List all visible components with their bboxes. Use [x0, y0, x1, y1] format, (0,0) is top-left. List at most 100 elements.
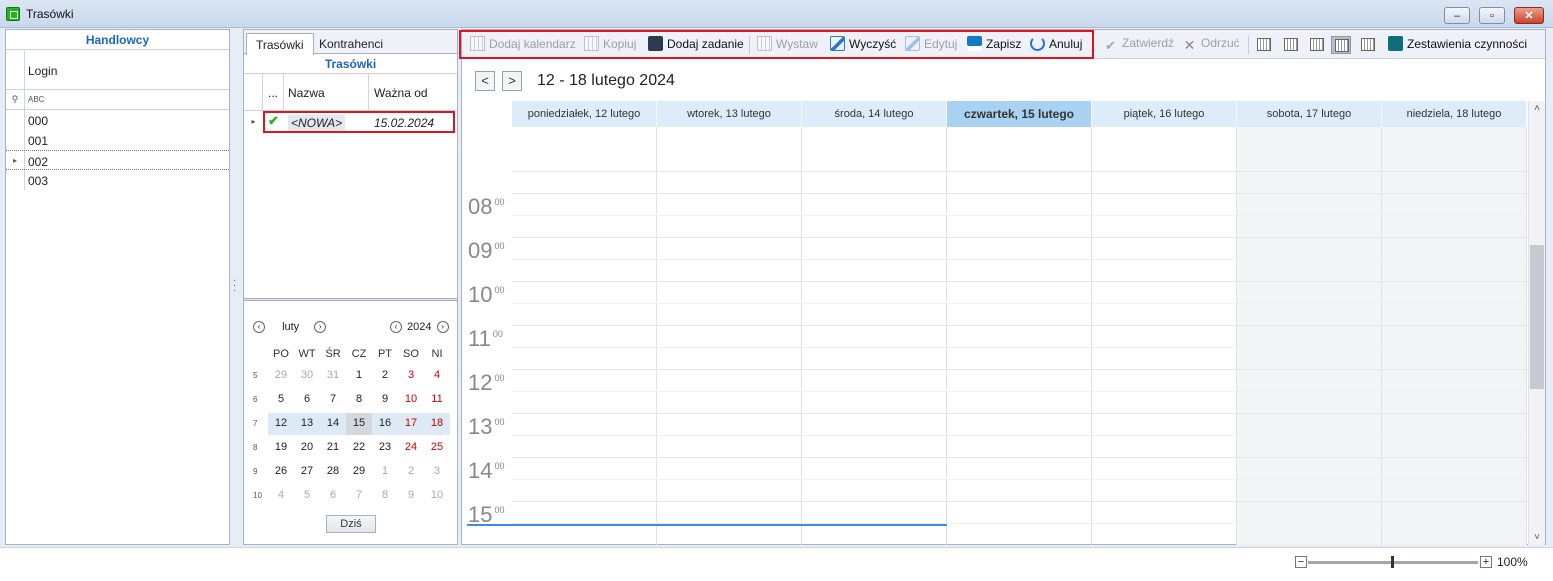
- calendar-day[interactable]: 31: [320, 369, 346, 381]
- tab-trasowki[interactable]: Trasówki: [246, 33, 314, 55]
- calendar-day[interactable]: 7: [346, 489, 372, 501]
- route-date-cell[interactable]: 15.02.2024: [374, 116, 434, 130]
- splitter-handle[interactable]: · · ·: [233, 276, 236, 296]
- prev-year-icon[interactable]: ‹: [390, 321, 402, 334]
- calendar-day[interactable]: 22: [346, 441, 372, 453]
- calendar-day[interactable]: 2: [398, 465, 424, 477]
- calendar-day[interactable]: 4: [268, 489, 294, 501]
- month-view-button[interactable]: [1358, 36, 1378, 54]
- list-item[interactable]: 000: [6, 110, 229, 130]
- calendar-day[interactable]: 5: [294, 489, 320, 501]
- day-header[interactable]: wtorek, 13 lutego: [657, 101, 802, 127]
- add-task-button[interactable]: Dodaj zadanie: [648, 36, 744, 54]
- list-item[interactable]: ▸ 002: [6, 150, 229, 170]
- clear-button[interactable]: Wyczyść: [830, 36, 896, 54]
- tab-kontrahenci[interactable]: Kontrahenci: [310, 33, 392, 54]
- name-column-header[interactable]: Nazwa: [288, 86, 325, 100]
- calendar-day[interactable]: 26: [268, 465, 294, 477]
- calendar-day[interactable]: 18: [424, 417, 450, 429]
- zoom-slider-thumb[interactable]: [1391, 556, 1394, 568]
- calendar-day[interactable]: 21: [320, 441, 346, 453]
- list-item[interactable]: 001: [6, 130, 229, 150]
- route-name-cell[interactable]: <NOWA>: [288, 115, 346, 131]
- close-button[interactable]: ✕: [1514, 7, 1544, 24]
- day-header[interactable]: piątek, 16 lutego: [1092, 101, 1237, 127]
- day-column[interactable]: [947, 127, 1092, 545]
- panel-divider[interactable]: [244, 298, 457, 301]
- calendar-day[interactable]: 25: [424, 441, 450, 453]
- calendar-day[interactable]: 29: [268, 369, 294, 381]
- today-button[interactable]: Dziś: [326, 515, 376, 533]
- zoom-out-button[interactable]: −: [1295, 556, 1307, 568]
- scroll-up-icon[interactable]: ˄: [1529, 103, 1545, 114]
- calendar-day[interactable]: 29: [346, 465, 372, 477]
- day-header[interactable]: poniedziałek, 12 lutego: [512, 101, 657, 127]
- add-calendar-button[interactable]: Dodaj kalendarz: [470, 36, 576, 54]
- day-header[interactable]: czwartek, 15 lutego: [947, 101, 1092, 127]
- calendar-day[interactable]: 6: [294, 393, 320, 405]
- week-view-button[interactable]: [1331, 36, 1351, 54]
- scroll-down-icon[interactable]: ˅: [1529, 532, 1545, 543]
- calendar-day[interactable]: 4: [424, 369, 450, 381]
- next-year-icon[interactable]: ›: [436, 321, 449, 334]
- calendar-day[interactable]: 12: [268, 417, 294, 429]
- calendar-day[interactable]: 15: [346, 417, 372, 429]
- day-column[interactable]: [802, 127, 947, 545]
- list-item[interactable]: 003: [6, 170, 229, 190]
- valid-from-column-header[interactable]: Ważna od: [368, 74, 458, 110]
- prev-week-button[interactable]: <: [475, 71, 495, 91]
- calendar-day[interactable]: 14: [320, 417, 346, 429]
- calendar-day[interactable]: 3: [424, 465, 450, 477]
- activity-summary-button[interactable]: Zestawienia czynności: [1388, 36, 1527, 54]
- calendar-day[interactable]: 30: [294, 369, 320, 381]
- day-header[interactable]: środa, 14 lutego: [802, 101, 947, 127]
- day-column[interactable]: [1092, 127, 1237, 545]
- issue-button[interactable]: Wystaw: [757, 36, 818, 54]
- vertical-scrollbar[interactable]: ˄ ˅: [1528, 101, 1545, 545]
- maximize-button[interactable]: ▫: [1479, 7, 1505, 24]
- login-column-header[interactable]: Login: [6, 50, 229, 90]
- calendar-day[interactable]: 7: [320, 393, 346, 405]
- calendar-day[interactable]: 16: [372, 417, 398, 429]
- scroll-thumb[interactable]: [1530, 245, 1544, 389]
- zoom-in-button[interactable]: +: [1480, 556, 1492, 568]
- calendar-day[interactable]: 27: [294, 465, 320, 477]
- minimize-button[interactable]: –: [1444, 7, 1470, 24]
- calendar-day[interactable]: 3: [398, 369, 424, 381]
- calendar-day[interactable]: 5: [268, 393, 294, 405]
- cancel-button[interactable]: Anuluj: [1030, 36, 1082, 54]
- reject-button[interactable]: ✕ Odrzuć: [1182, 36, 1240, 54]
- calendar-day[interactable]: 6: [320, 489, 346, 501]
- calendar-day[interactable]: 1: [346, 369, 372, 381]
- table-row[interactable]: ▸ ✔ <NOWA> 15.02.2024: [244, 111, 457, 133]
- full-week-view-button[interactable]: [1307, 36, 1327, 54]
- day-header[interactable]: sobota, 17 lutego: [1237, 101, 1382, 127]
- day-column[interactable]: [1237, 127, 1382, 545]
- next-week-button[interactable]: >: [502, 71, 522, 91]
- calendar-day[interactable]: 20: [294, 441, 320, 453]
- calendar-day[interactable]: 28: [320, 465, 346, 477]
- day-column[interactable]: [657, 127, 802, 545]
- day-column[interactable]: [512, 127, 657, 545]
- day-header[interactable]: niedziela, 18 lutego: [1382, 101, 1527, 127]
- approve-button[interactable]: ✔ Zatwierdź: [1103, 36, 1174, 54]
- day-column[interactable]: [1382, 127, 1527, 545]
- auto-filter-row[interactable]: ⚲ ABC: [6, 90, 229, 110]
- calendar-day[interactable]: 11: [424, 393, 450, 405]
- copy-button[interactable]: Kopiuj: [584, 36, 636, 54]
- calendar-day[interactable]: 10: [424, 489, 450, 501]
- calendar-day[interactable]: 2: [372, 369, 398, 381]
- day-view-button[interactable]: [1254, 36, 1274, 54]
- time-grid[interactable]: 08 00 09 00 10 00 11 00 12 00 13 00 14 00 15 00: [462, 127, 1528, 545]
- calendar-day[interactable]: 13: [294, 417, 320, 429]
- column-dots-header[interactable]: ...: [263, 74, 284, 110]
- calendar-day[interactable]: 17: [398, 417, 424, 429]
- calendar-day[interactable]: 1: [372, 465, 398, 477]
- prev-month-icon[interactable]: ‹: [253, 321, 265, 334]
- calendar-day[interactable]: 8: [346, 393, 372, 405]
- save-button[interactable]: Zapisz: [967, 36, 1021, 54]
- calendar-day[interactable]: 24: [398, 441, 424, 453]
- next-month-icon[interactable]: ›: [314, 321, 327, 334]
- calendar-day[interactable]: 9: [398, 489, 424, 501]
- calendar-day[interactable]: 10: [398, 393, 424, 405]
